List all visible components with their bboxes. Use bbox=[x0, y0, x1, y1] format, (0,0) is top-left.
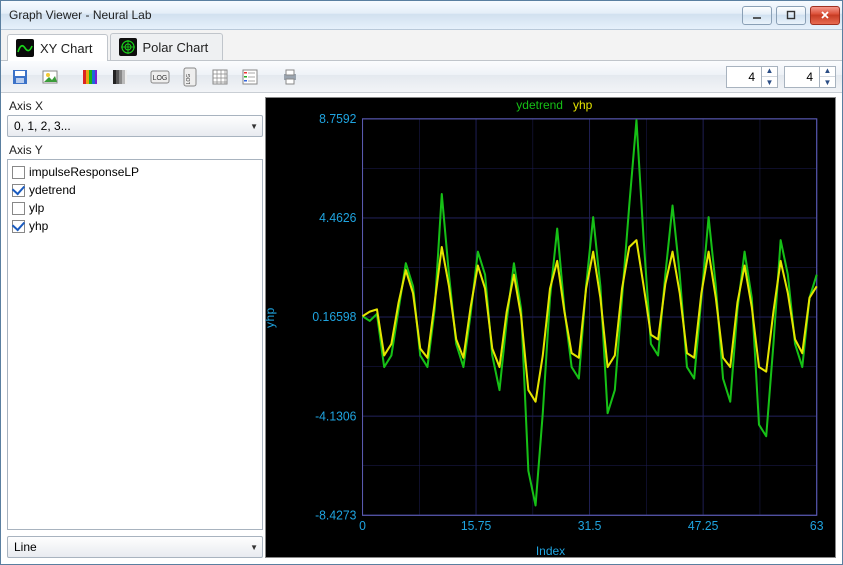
minimize-button[interactable] bbox=[742, 6, 772, 25]
save-icon[interactable] bbox=[7, 65, 33, 89]
svg-text:-4.1306: -4.1306 bbox=[315, 409, 356, 423]
x-axis-label: Index bbox=[536, 544, 565, 558]
axis-x-combo[interactable]: 0, 1, 2, 3... ▼ bbox=[7, 115, 263, 137]
spin-2-value: 4 bbox=[785, 70, 819, 84]
checklist-item[interactable]: ylp bbox=[12, 199, 258, 217]
checkbox-icon[interactable] bbox=[12, 202, 25, 215]
axis-y-label: Axis Y bbox=[9, 143, 263, 157]
checklist-item[interactable]: ydetrend bbox=[12, 181, 258, 199]
svg-text:31.5: 31.5 bbox=[578, 519, 602, 533]
checklist-item-label: ydetrend bbox=[29, 183, 76, 197]
checklist-item[interactable]: yhp bbox=[12, 217, 258, 235]
checkbox-icon[interactable] bbox=[12, 184, 25, 197]
tab-polar-chart[interactable]: Polar Chart bbox=[110, 33, 224, 60]
export-image-icon[interactable] bbox=[37, 65, 63, 89]
chevron-down-icon: ▼ bbox=[250, 122, 258, 131]
titlebar: Graph Viewer - Neural Lab bbox=[1, 1, 842, 30]
svg-text:15.75: 15.75 bbox=[461, 519, 492, 533]
tab-label: Polar Chart bbox=[143, 40, 209, 55]
axis-y-list[interactable]: impulseResponseLP ydetrend ylp yhp bbox=[7, 159, 263, 530]
log-y-icon[interactable]: LOG bbox=[177, 65, 203, 89]
chart-type-combo[interactable]: Line ▼ bbox=[7, 536, 263, 558]
maximize-button[interactable] bbox=[776, 6, 806, 25]
window-title: Graph Viewer - Neural Lab bbox=[9, 8, 152, 22]
spin-2[interactable]: 4 ▲▼ bbox=[784, 66, 836, 88]
grid-icon[interactable] bbox=[207, 65, 233, 89]
palette-gray-icon[interactable] bbox=[107, 65, 133, 89]
svg-text:LOG: LOG bbox=[186, 73, 192, 84]
spin-up-icon[interactable]: ▲ bbox=[820, 66, 835, 77]
spin-1[interactable]: 4 ▲▼ bbox=[726, 66, 778, 88]
print-icon[interactable] bbox=[277, 65, 303, 89]
spin-down-icon[interactable]: ▼ bbox=[820, 77, 835, 88]
tab-xy-chart[interactable]: XY Chart bbox=[7, 34, 108, 61]
svg-text:63: 63 bbox=[810, 519, 824, 533]
chart-legend: ydetrend yhp bbox=[516, 98, 592, 112]
svg-text:-8.4273: -8.4273 bbox=[315, 508, 356, 522]
svg-text:0: 0 bbox=[359, 519, 366, 533]
tab-label: XY Chart bbox=[40, 41, 93, 56]
chart-canvas[interactable]: ydetrend yhp -8.4273 -4.1306 0.16598 4.4626… bbox=[265, 97, 836, 558]
legend-ydetrend: ydetrend bbox=[516, 98, 563, 112]
close-button[interactable] bbox=[810, 6, 840, 25]
axis-x-combo-value: 0, 1, 2, 3... bbox=[14, 119, 71, 133]
svg-text:47.25: 47.25 bbox=[688, 519, 719, 533]
svg-text:8.7592: 8.7592 bbox=[319, 112, 356, 126]
tab-strip: XY Chart Polar Chart bbox=[1, 30, 842, 61]
y-axis-label: yhp bbox=[263, 307, 277, 328]
checkbox-icon[interactable] bbox=[12, 220, 25, 233]
checklist-item-label: impulseResponseLP bbox=[29, 165, 139, 179]
spin-1-value: 4 bbox=[727, 70, 761, 84]
svg-text:0.16598: 0.16598 bbox=[312, 310, 356, 324]
log-x-icon[interactable]: LOG bbox=[147, 65, 173, 89]
chart-type-value: Line bbox=[14, 540, 37, 554]
axis-x-label: Axis X bbox=[9, 99, 263, 113]
checklist-item-label: ylp bbox=[29, 201, 44, 215]
toolbar: LOG LOG 4 ▲▼ 4 ▲▼ bbox=[1, 61, 842, 93]
xy-chart-icon bbox=[16, 39, 34, 57]
svg-text:LOG: LOG bbox=[153, 75, 168, 82]
checkbox-icon[interactable] bbox=[12, 166, 25, 179]
spin-down-icon[interactable]: ▼ bbox=[762, 77, 777, 88]
polar-chart-icon bbox=[119, 38, 137, 56]
chevron-down-icon: ▼ bbox=[250, 543, 258, 552]
checklist-item-label: yhp bbox=[29, 219, 48, 233]
svg-text:4.4626: 4.4626 bbox=[319, 211, 356, 225]
legend-icon[interactable] bbox=[237, 65, 263, 89]
palette-color-icon[interactable] bbox=[77, 65, 103, 89]
spin-up-icon[interactable]: ▲ bbox=[762, 66, 777, 77]
legend-yhp: yhp bbox=[573, 98, 592, 112]
checklist-item[interactable]: impulseResponseLP bbox=[12, 163, 258, 181]
